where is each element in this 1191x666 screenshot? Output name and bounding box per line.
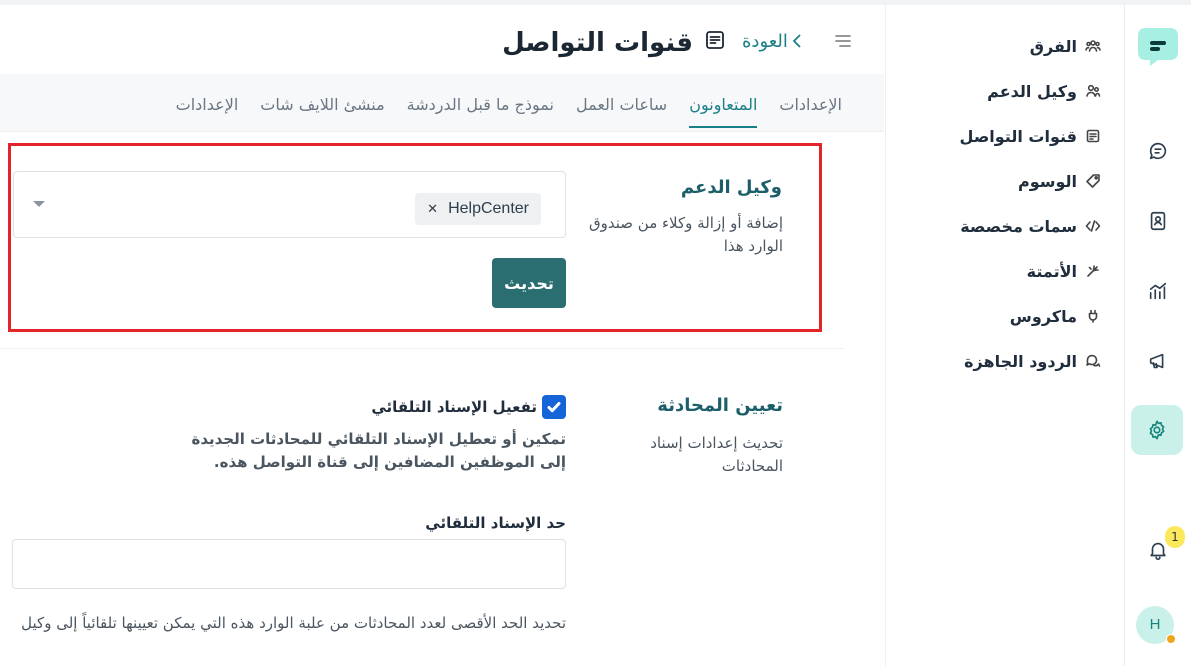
chip-remove-icon[interactable]: ✕ bbox=[427, 202, 438, 217]
back-button[interactable]: العودة bbox=[742, 29, 804, 53]
sidebar-item-inboxes[interactable]: قنوات التواصل bbox=[960, 123, 1101, 149]
sidebar-item-agents[interactable]: وكيل الدعم bbox=[987, 78, 1101, 104]
checkmark-icon bbox=[547, 402, 561, 413]
inbox-settings-tabs: الإعدادات المتعاونون ساعات العمل نموذج م… bbox=[0, 74, 884, 132]
auto-assign-label: تفعيل الإسناد التلقائي bbox=[371, 398, 537, 416]
chevron-down-icon[interactable] bbox=[33, 201, 45, 207]
sidebar-item-label: ماكروس bbox=[1009, 306, 1077, 326]
agents-section-title: وكيل الدعم bbox=[680, 177, 782, 198]
availability-status-dot bbox=[1166, 634, 1176, 644]
tab-collaborators[interactable]: المتعاونون bbox=[689, 74, 758, 132]
sidebar-item-label: الأتمتة bbox=[1026, 261, 1077, 281]
tab-configuration[interactable]: الإعدادات bbox=[176, 74, 239, 132]
page-header: قنوات التواصل العودة bbox=[0, 5, 884, 74]
app-logo-icon[interactable] bbox=[1136, 26, 1180, 68]
assignment-limit-help: تحديد الحد الأقصى لعدد المحادثات من علبة… bbox=[21, 614, 566, 632]
code-icon bbox=[1085, 220, 1101, 232]
tab-pre-chat-form[interactable]: نموذج ما قبل الدردشة bbox=[407, 74, 554, 132]
automation-icon bbox=[1087, 265, 1099, 277]
conversations-icon[interactable] bbox=[1138, 131, 1178, 171]
inbox-icon bbox=[1086, 129, 1100, 143]
notification-count-badge: 1 bbox=[1165, 526, 1185, 548]
settings-sidebar: الفرق وكيل الدعم قنوات التواصل الوسوم سم… bbox=[885, 5, 1124, 666]
page-title: قنوات التواصل bbox=[502, 28, 693, 58]
update-button[interactable]: تحديث bbox=[492, 258, 566, 308]
contacts-icon[interactable] bbox=[1138, 201, 1178, 241]
primary-nav-rail: 1 H bbox=[1124, 5, 1191, 666]
assignment-section-title: تعيين المحادثة bbox=[657, 395, 783, 416]
tab-business-hours[interactable]: ساعات العمل bbox=[576, 74, 667, 132]
assignment-section-description: تحديث إعدادات إسناد المحادثات bbox=[650, 434, 783, 475]
macros-icon bbox=[1088, 309, 1098, 323]
settings-gear-icon[interactable] bbox=[1131, 405, 1183, 455]
inbox-icon bbox=[704, 29, 726, 51]
canned-responses-icon bbox=[1086, 354, 1101, 367]
assignment-limit-label: حد الإسناد التلقائي bbox=[425, 514, 566, 532]
sidebar-item-label: قنوات التواصل bbox=[959, 126, 1077, 146]
tab-settings[interactable]: الإعدادات bbox=[779, 74, 842, 132]
agent-chip: HelpCenter ✕ bbox=[415, 193, 541, 225]
sidebar-item-macros[interactable]: ماكروس bbox=[1010, 303, 1101, 329]
sidebar-item-label: وكيل الدعم bbox=[987, 81, 1077, 101]
chevron-left-icon bbox=[792, 34, 801, 48]
assignment-limit-input[interactable] bbox=[12, 539, 566, 589]
sidebar-item-label: الفرق bbox=[1029, 36, 1077, 56]
sidebar-item-automation[interactable]: الأتمتة bbox=[1027, 258, 1101, 284]
sidebar-item-labels[interactable]: الوسوم bbox=[1018, 168, 1101, 194]
agents-multiselect[interactable]: HelpCenter ✕ bbox=[13, 171, 566, 238]
sidebar-item-canned-responses[interactable]: الردود الجاهزة bbox=[964, 348, 1101, 374]
sidebar-item-label: الوسوم bbox=[1017, 171, 1077, 191]
agent-chip-label: HelpCenter bbox=[448, 200, 529, 217]
auto-assign-description: تمكين أو تعطيل الإسناد التلقائي للمحادثا… bbox=[191, 430, 566, 471]
menu-toggle-icon[interactable] bbox=[834, 33, 852, 49]
agents-section-description: إضافة أو إزالة وكلاء من صندوق الوارد هذا bbox=[589, 214, 783, 255]
back-label: العودة bbox=[742, 30, 788, 52]
sidebar-item-custom-attributes[interactable]: سمات مخصصة bbox=[960, 213, 1101, 239]
auto-assign-checkbox[interactable] bbox=[542, 395, 566, 419]
reports-icon[interactable] bbox=[1138, 271, 1178, 311]
tab-widget-builder[interactable]: منشئ اللايف شات bbox=[260, 74, 384, 132]
teams-icon bbox=[1085, 40, 1101, 52]
agents-icon bbox=[1086, 84, 1101, 97]
section-divider bbox=[0, 348, 844, 349]
sidebar-item-label: سمات مخصصة bbox=[960, 216, 1077, 236]
sidebar-item-teams[interactable]: الفرق bbox=[1030, 33, 1101, 59]
campaigns-icon[interactable] bbox=[1138, 341, 1178, 381]
tag-icon bbox=[1086, 174, 1100, 188]
sidebar-item-label: الردود الجاهزة bbox=[964, 351, 1077, 371]
